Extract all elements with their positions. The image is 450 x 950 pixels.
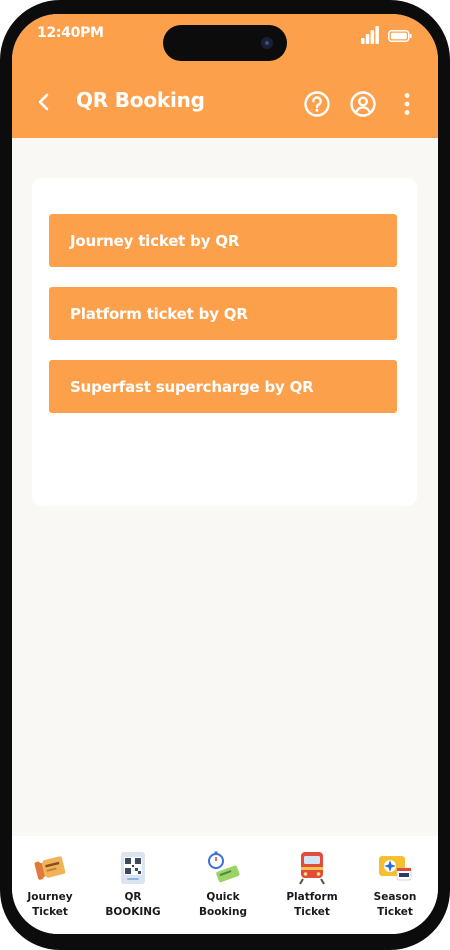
nav-label-quick-line2: Booking — [198, 906, 247, 918]
nav-item-platform-ticket[interactable]: Platform Ticket — [270, 846, 354, 926]
qr-code-icon — [121, 852, 145, 884]
superfast-supercharge-qr-button[interactable]: Superfast supercharge by QR — [49, 360, 397, 413]
chevron-left-icon — [38, 93, 49, 111]
status-bar: 12:40PM — [12, 14, 438, 61]
nav-label-journey-line1: Journey — [27, 891, 73, 903]
nav-label-qr-line2: BOOKING — [105, 906, 161, 918]
more-vertical-icon — [404, 93, 410, 115]
signal-icon — [361, 26, 379, 44]
camera-icon — [261, 37, 273, 49]
overflow-menu-button[interactable] — [393, 90, 421, 118]
back-button[interactable] — [34, 90, 54, 114]
train-icon — [299, 852, 325, 885]
nav-item-quick-booking[interactable]: Quick Booking — [181, 846, 265, 926]
option-label: Platform ticket by QR — [70, 304, 248, 323]
nav-label-platform-line1: Platform — [286, 891, 338, 903]
ticket-icon — [34, 856, 66, 881]
battery-icon — [388, 30, 412, 42]
nav-label-quick-line1: Quick — [206, 891, 240, 903]
journey-ticket-qr-button[interactable]: Journey ticket by QR — [49, 214, 397, 267]
toolbar: QR Booking — [12, 74, 438, 130]
profile-button[interactable] — [349, 90, 377, 118]
platform-ticket-qr-button[interactable]: Platform ticket by QR — [49, 287, 397, 340]
stopwatch-ticket-icon — [208, 851, 240, 883]
qr-options-card: Journey ticket by QR Platform ticket by … — [32, 178, 417, 506]
status-time: 12:40PM — [37, 25, 104, 41]
nav-label-qr-line1: QR — [124, 891, 142, 903]
user-circle-icon — [350, 91, 376, 117]
app-bar: 12:40PM QR Booking — [12, 14, 438, 138]
option-label: Journey ticket by QR — [70, 231, 240, 250]
nav-label-journey-line2: Ticket — [32, 906, 68, 918]
dynamic-island — [163, 25, 287, 61]
nav-label-season-line1: Season — [373, 891, 417, 903]
season-calendar-icon — [379, 856, 412, 881]
page-title: QR Booking — [76, 88, 205, 112]
phone-frame: 12:40PM QR Booking Journey ticket by QR … — [0, 0, 450, 950]
screen: 12:40PM QR Booking Journey ticket by QR … — [12, 14, 438, 934]
help-circle-icon — [304, 91, 330, 117]
nav-label-platform-line2: Ticket — [294, 906, 330, 918]
nav-item-journey-ticket[interactable]: Journey Ticket — [12, 846, 92, 926]
bottom-nav: Journey Ticket QR BOOKING Quick Booking … — [12, 836, 438, 934]
nav-item-qr-booking[interactable]: QR BOOKING — [91, 846, 175, 926]
option-label: Superfast supercharge by QR — [70, 377, 314, 396]
help-button[interactable] — [303, 90, 331, 118]
nav-item-season-ticket[interactable]: Season Ticket — [353, 846, 437, 926]
nav-label-season-line2: Ticket — [377, 906, 413, 918]
